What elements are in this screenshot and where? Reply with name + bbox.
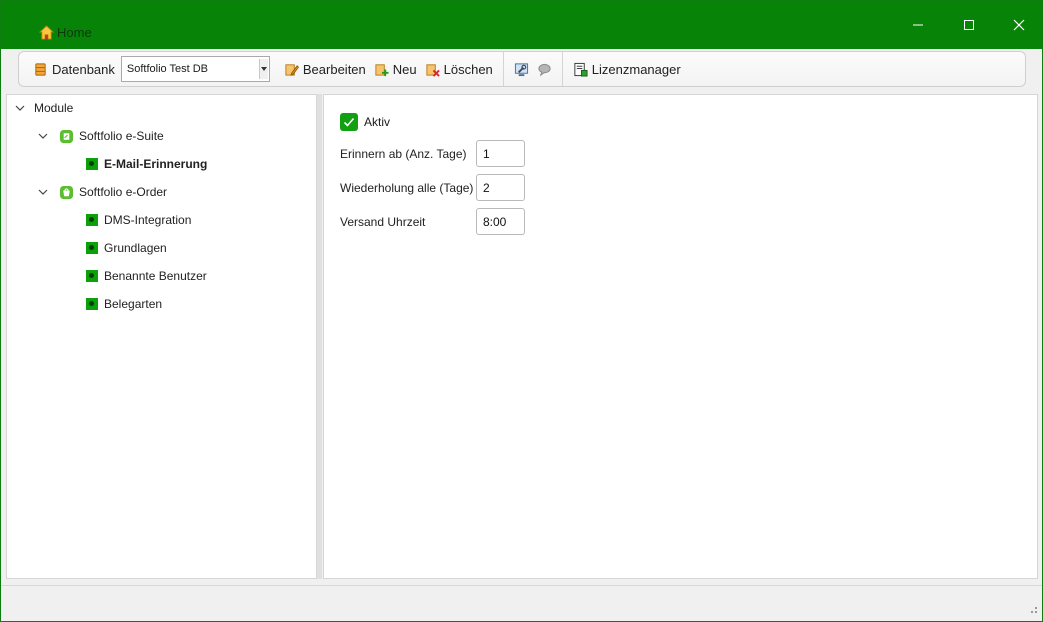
database-select-value: Softfolio Test DB [126,63,209,75]
close-button[interactable] [994,1,1042,49]
chat-bubble-icon [538,63,551,76]
gear-icon [86,242,98,254]
tree-group-eorder[interactable]: Softfolio e-Order [38,181,167,203]
remind-after-input[interactable] [476,140,525,167]
tree-group-label: Softfolio e-Suite [79,129,164,143]
gear-icon [86,270,98,282]
tree-item-label: Belegarten [104,297,163,311]
active-checkbox-label: Aktiv [364,115,391,129]
tree-item-label: E-Mail-Erinnerung [104,157,208,171]
tree-item-dms-integration[interactable]: DMS-Integration [86,209,191,231]
toolbar: Datenbank Softfolio Test DB Bearbeiten N… [18,51,1026,87]
maximize-icon [964,20,974,30]
wrench-screen-icon [514,62,528,76]
chat-button[interactable] [533,55,556,83]
new-icon [375,63,389,76]
tree-root[interactable]: Module [15,97,73,119]
new-button[interactable]: Neu [370,55,421,83]
title-bar: Home [1,1,1042,49]
database-label: Datenbank [52,61,115,77]
settings-panel: Aktiv Erinnern ab (Anz. Tage) Wiederholu… [323,94,1038,579]
tree-root-label: Module [34,101,74,115]
delete-label: Löschen [443,61,493,77]
remind-after-row: Erinnern ab (Anz. Tage) [340,140,525,167]
minimize-button[interactable] [893,1,943,49]
minimize-icon [913,24,923,26]
panel-splitter[interactable] [317,94,322,579]
resize-grip-icon[interactable] [1030,607,1038,615]
gear-icon [86,298,98,310]
active-checkbox-row[interactable]: Aktiv [340,113,390,131]
tree-item-label: Benannte Benutzer [104,269,207,283]
tree-item-benannte-benutzer[interactable]: Benannte Benutzer [86,265,207,287]
toolbar-separator [502,52,504,86]
module-tree-panel: Module Softfolio e-Suite E-Mail-Erinneru… [6,94,317,579]
delete-button[interactable]: Löschen [421,55,497,83]
repeat-every-input[interactable] [476,174,525,201]
delete-icon [426,63,440,77]
repeat-every-row: Wiederholung alle (Tage) [340,174,525,201]
remind-after-label: Erinnern ab (Anz. Tage) [340,146,467,161]
license-icon [574,62,588,77]
home-tab[interactable]: Home [39,25,92,40]
chevron-down-icon[interactable] [15,103,25,113]
dropdown-arrow-icon[interactable] [258,59,268,79]
send-time-label: Versand Uhrzeit [340,214,426,229]
database-icon [35,62,46,76]
window-title: Home [57,25,92,40]
tree-group-label: Softfolio e-Order [79,185,168,199]
maximize-button[interactable] [944,1,994,49]
tree-item-belegarten[interactable]: Belegarten [86,293,162,315]
module-icon [59,129,74,143]
chevron-down-icon[interactable] [38,187,48,197]
database-label-group: Datenbank [29,55,119,83]
home-icon [39,25,54,40]
edit-button[interactable]: Bearbeiten [280,55,370,83]
license-manager-button[interactable]: Lizenzmanager [569,55,685,83]
edit-icon [285,63,299,76]
gear-icon [86,158,98,170]
tree-item-label: DMS-Integration [104,213,192,227]
tree-item-grundlagen[interactable]: Grundlagen [86,237,167,259]
active-checkbox[interactable] [340,113,358,131]
tree-group-esuite[interactable]: Softfolio e-Suite [38,125,164,147]
toolbar-separator [561,52,563,86]
app-window: Home Datenbank Softfolio Test DB Bearbei… [0,0,1043,622]
send-time-input[interactable] [476,208,525,235]
edit-label: Bearbeiten [302,61,366,77]
tree-item-email-reminder[interactable]: E-Mail-Erinnerung [86,153,207,175]
send-time-row: Versand Uhrzeit [340,208,525,235]
repeat-every-label: Wiederholung alle (Tage) [340,180,474,195]
gear-icon [86,214,98,226]
license-manager-label: Lizenzmanager [591,61,681,77]
checkmark-icon [343,117,355,127]
module-icon [59,185,74,199]
new-label: Neu [392,61,417,77]
settings-button[interactable] [510,55,533,83]
close-icon [1013,19,1025,31]
chevron-down-icon[interactable] [38,131,48,141]
status-bar [1,585,1042,621]
tree-item-label: Grundlagen [104,241,167,255]
database-select[interactable]: Softfolio Test DB [120,56,270,82]
